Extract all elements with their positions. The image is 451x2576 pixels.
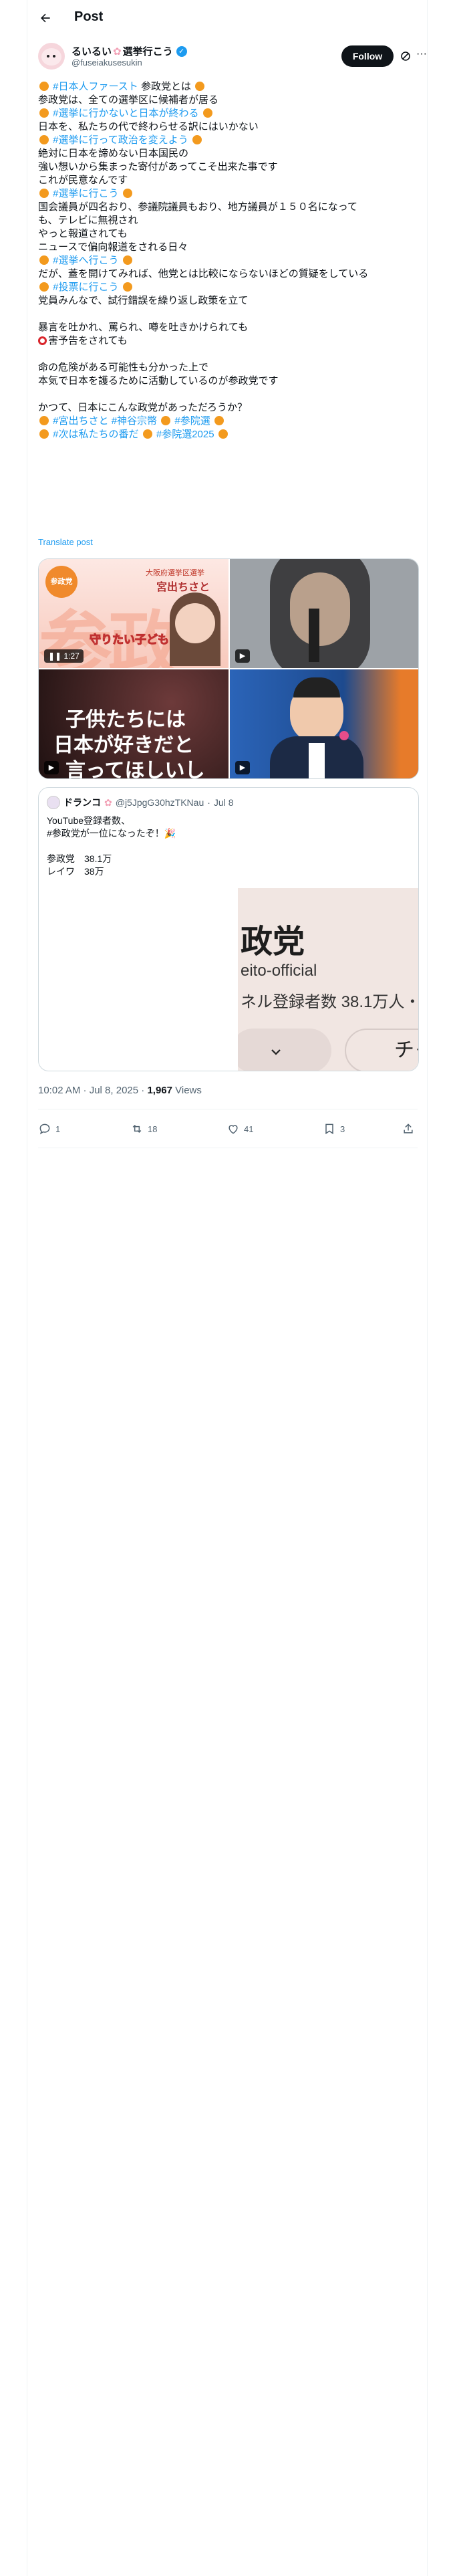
bookmark-button[interactable]: 3 (323, 1122, 345, 1136)
play-icon: ▶ (235, 761, 250, 774)
orange-circle-icon (39, 82, 49, 91)
cherry-blossom-icon: ✿ (104, 796, 112, 808)
reply-button[interactable]: 1 (38, 1122, 60, 1136)
back-button[interactable] (37, 9, 54, 27)
action-bar: 1 18 41 3 (38, 1117, 418, 1141)
orange-circle-icon (192, 135, 202, 144)
page-title: Post (74, 9, 104, 24)
hashtag-link[interactable]: #神谷宗幣 (112, 415, 157, 427)
orange-circle-icon (122, 255, 132, 265)
orange-circle-icon (195, 82, 205, 91)
video-thumbnail-4[interactable]: ▶ (230, 669, 418, 778)
avatar (47, 796, 60, 809)
main-column: Post るいるい ✿ 選挙行こう ✓ @fuseiakusesukin Fol… (27, 0, 428, 2576)
video-thumbnail-1[interactable]: 参政党 参政 大阪府選挙区選挙 宮出ちさと 守りたい子ども ❚❚ 1:27 (39, 559, 229, 668)
play-icon: ▶ (235, 649, 250, 663)
hashtag-link[interactable]: #投票に行こう (53, 282, 118, 293)
translate-post-link[interactable]: Translate post (38, 537, 93, 547)
play-icon: ▶ (44, 761, 59, 774)
orange-circle-icon (39, 282, 49, 292)
share-icon (404, 1123, 413, 1134)
bookmark-icon (325, 1123, 333, 1135)
grok-icon[interactable] (400, 51, 411, 62)
hashtag-link[interactable]: #選挙へ行こう (53, 255, 118, 266)
cherry-blossom-icon: ✿ (113, 45, 122, 58)
orange-circle-icon (39, 429, 49, 439)
hashtag-link[interactable]: #参院選 (174, 415, 210, 427)
party-popper-icon: 🎉 (164, 828, 176, 839)
post-author: るいるい ✿ 選挙行こう ✓ @fuseiakusesukin Follow ·… (38, 43, 427, 72)
share-button[interactable] (402, 1122, 415, 1136)
video-thumbnail-2[interactable]: ▶ (230, 559, 418, 668)
hashtag-link[interactable]: #日本人ファースト (53, 81, 138, 92)
more-options-icon[interactable]: ··· (416, 49, 428, 62)
orange-circle-icon (122, 282, 132, 292)
orange-circle-icon (202, 108, 212, 118)
orange-circle-icon (39, 108, 49, 118)
hashtag-link[interactable]: #選挙に行こう (53, 188, 118, 199)
like-button[interactable]: 41 (227, 1122, 253, 1136)
arrow-left-icon (41, 13, 50, 23)
author-name[interactable]: るいるい ✿ 選挙行こう ✓ (71, 44, 187, 58)
quoted-post-text: YouTube登録者数、 #参政党が一位になったぞ！🎉 参政党 38.1万 レイ… (47, 815, 176, 877)
orange-circle-icon (214, 416, 224, 425)
orange-circle-icon (39, 255, 49, 265)
quoted-post-image[interactable]: 政党 eito-official ネル登録者数 38.1万人・ チャ (238, 888, 418, 1071)
hashtag-link[interactable]: #選挙に行かないと日本が終わる (53, 108, 198, 119)
top-bar: Post (27, 0, 428, 35)
hashtag-link[interactable]: #次は私たちの番だ (53, 429, 138, 440)
orange-circle-icon (122, 189, 132, 198)
verified-badge-icon: ✓ (176, 45, 187, 57)
orange-circle-icon (39, 189, 49, 198)
hashtag-link[interactable]: #参院選2025 (156, 429, 214, 440)
reply-icon (39, 1123, 50, 1135)
video-duration: ❚❚ 1:27 (44, 649, 84, 663)
post-timestamp: 10:02 AM · Jul 8, 2025 · 1,967 Views (38, 1085, 202, 1096)
avatar[interactable] (38, 43, 65, 70)
repost-button[interactable]: 18 (130, 1122, 157, 1136)
heart-icon (229, 1125, 238, 1134)
orange-circle-icon (39, 135, 49, 144)
quoted-post-header: ドランコ ✿ @j5JpgG30hzTKNau · Jul 8 (47, 796, 234, 809)
hashtag-link[interactable]: #宮出ちさと (53, 415, 108, 427)
follow-button[interactable]: Follow (341, 45, 394, 67)
hashtag-link[interactable]: #選挙に行って政治を変えよう (53, 134, 188, 146)
orange-circle-icon (218, 429, 228, 439)
orange-circle-icon (39, 416, 49, 425)
orange-circle-icon (161, 416, 171, 425)
pause-icon: ❚❚ (48, 651, 62, 661)
video-thumbnail-3[interactable]: 子供たちには 日本が好きだと 言ってほしいし ▶ (39, 669, 229, 778)
media-grid: 参政党 参政 大阪府選挙区選挙 宮出ちさと 守りたい子ども ❚❚ 1:27 ▶ … (38, 558, 419, 779)
chevron-down-icon (271, 1049, 281, 1055)
quoted-post[interactable]: ドランコ ✿ @j5JpgG30hzTKNau · Jul 8 YouTube登… (38, 787, 419, 1071)
post-text: #日本人ファースト 参政党とは 参政党は、全ての選挙区に候補者が居る #選挙に行… (38, 81, 369, 440)
orange-circle-icon (142, 429, 152, 439)
repost-icon (132, 1124, 142, 1134)
red-circle-icon (38, 336, 47, 345)
author-handle[interactable]: @fuseiakusesukin (71, 58, 142, 68)
